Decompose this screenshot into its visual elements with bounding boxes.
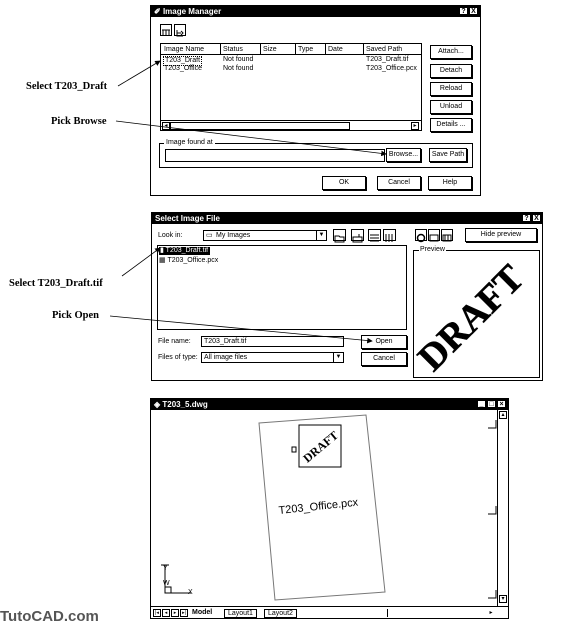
callout-arrows [109,60,387,344]
watermark-logo: TutoCAD.com [0,608,99,625]
